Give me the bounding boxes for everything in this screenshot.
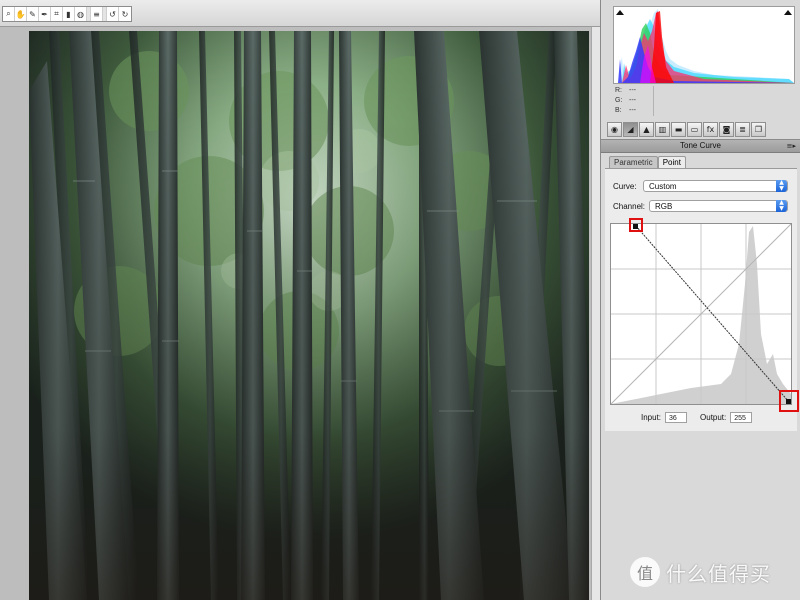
histogram <box>613 6 795 84</box>
image-canvas[interactable] <box>0 27 600 600</box>
toolbar: ⌕ ✋ ✎ ✒ ⌗ ▮ ◍ ≡ ↺ ↻ <box>0 0 600 27</box>
snapshots-panel-icon[interactable]: ❐ <box>751 122 766 137</box>
channel-label: Channel: <box>613 202 646 211</box>
readout-divider <box>653 86 654 116</box>
input-field[interactable]: 36 <box>665 411 688 423</box>
adjustments-panel: R: --- G: --- B: --- ◉ ◢ ▲ ▥ ▬ ▭ fx ◙ ≣ ❐ Tone Curve… <box>600 0 800 600</box>
b-label: B: <box>615 107 622 114</box>
tab-point[interactable]: Point <box>657 156 686 168</box>
histogram-graph <box>614 9 794 83</box>
g-value: --- <box>629 97 636 104</box>
panel-menu-icon[interactable]: ≡▸ <box>787 140 796 152</box>
curve-label: Curve: <box>613 182 637 191</box>
split-toning-panel-icon[interactable]: ▬ <box>671 122 686 137</box>
highlight-marker-top <box>629 218 643 232</box>
basic-panel-icon[interactable]: ◉ <box>607 122 622 137</box>
tone-curve-panel-icon[interactable]: ◢ <box>623 122 638 137</box>
detail-panel-icon[interactable]: ▲ <box>639 122 654 137</box>
channel-select-arrow-icon: ▲ ▼ <box>776 200 787 212</box>
shadow-clipping-warning-icon[interactable] <box>616 10 624 15</box>
rotate-right-icon[interactable]: ↻ <box>119 7 131 21</box>
rotate-left-icon[interactable]: ↺ <box>107 7 119 21</box>
effects-panel-icon[interactable]: fx <box>703 122 718 137</box>
tone-curve-svg <box>610 223 792 405</box>
curve-tabs: Parametric Point <box>609 156 686 168</box>
tab-parametric[interactable]: Parametric <box>609 156 658 168</box>
channel-select[interactable]: RGB ▲ ▼ <box>649 200 788 212</box>
lens-corrections-panel-icon[interactable]: ▭ <box>687 122 702 137</box>
g-label: G: <box>615 97 623 104</box>
watermark: 值 什么值得买 <box>630 556 771 588</box>
vertical-scrollbar[interactable] <box>591 27 600 600</box>
hand-tool-icon[interactable]: ✋ <box>15 7 27 21</box>
tone-curve-header: Tone Curve ≡▸ <box>601 139 800 153</box>
crop-tool-icon[interactable]: ⌗ <box>51 7 63 21</box>
highlight-clipping-warning-icon[interactable] <box>784 10 792 15</box>
bamboo-forest-image <box>29 31 589 600</box>
output-label: Output: <box>700 412 727 422</box>
zoom-tool-icon[interactable]: ⌕ <box>3 7 15 21</box>
curve-select-arrow-icon: ▲ ▼ <box>776 180 787 192</box>
tone-curve-graph[interactable] <box>610 223 792 405</box>
highlight-marker-bottom <box>779 390 799 412</box>
photo-preview[interactable] <box>29 31 589 600</box>
color-sampler-tool-icon[interactable]: ✒ <box>39 7 51 21</box>
watermark-logo-icon: 值 <box>630 557 660 587</box>
tool-group: ⌕ ✋ ✎ ✒ ⌗ ▮ ◍ ≡ ↺ ↻ <box>2 6 132 22</box>
curve-select[interactable]: Custom ▲ ▼ <box>643 180 788 192</box>
hsl-panel-icon[interactable]: ▥ <box>655 122 670 137</box>
channel-select-value: RGB <box>655 202 673 211</box>
white-balance-tool-icon[interactable]: ✎ <box>27 7 39 21</box>
output-field[interactable]: 255 <box>730 411 753 423</box>
panel-title: Tone Curve <box>680 141 721 150</box>
b-value: --- <box>629 107 636 114</box>
panel-icon-row: ◉ ◢ ▲ ▥ ▬ ▭ fx ◙ ≣ ❐ <box>607 122 766 138</box>
input-output-row: Input: 36 Output: 255 <box>641 411 765 423</box>
watermark-text: 什么值得买 <box>666 563 771 586</box>
camera-calibration-panel-icon[interactable]: ◙ <box>719 122 734 137</box>
input-label: Input: <box>641 412 662 422</box>
presets-panel-icon[interactable]: ≣ <box>735 122 750 137</box>
r-value: --- <box>629 87 636 94</box>
spot-removal-tool-icon[interactable]: ◍ <box>75 7 87 21</box>
list-icon[interactable]: ≡ <box>91 7 103 21</box>
r-label: R: <box>615 87 622 94</box>
curve-select-value: Custom <box>649 182 677 191</box>
straighten-tool-icon[interactable]: ▮ <box>63 7 75 21</box>
rgb-readout: R: --- G: --- B: --- <box>615 86 675 116</box>
